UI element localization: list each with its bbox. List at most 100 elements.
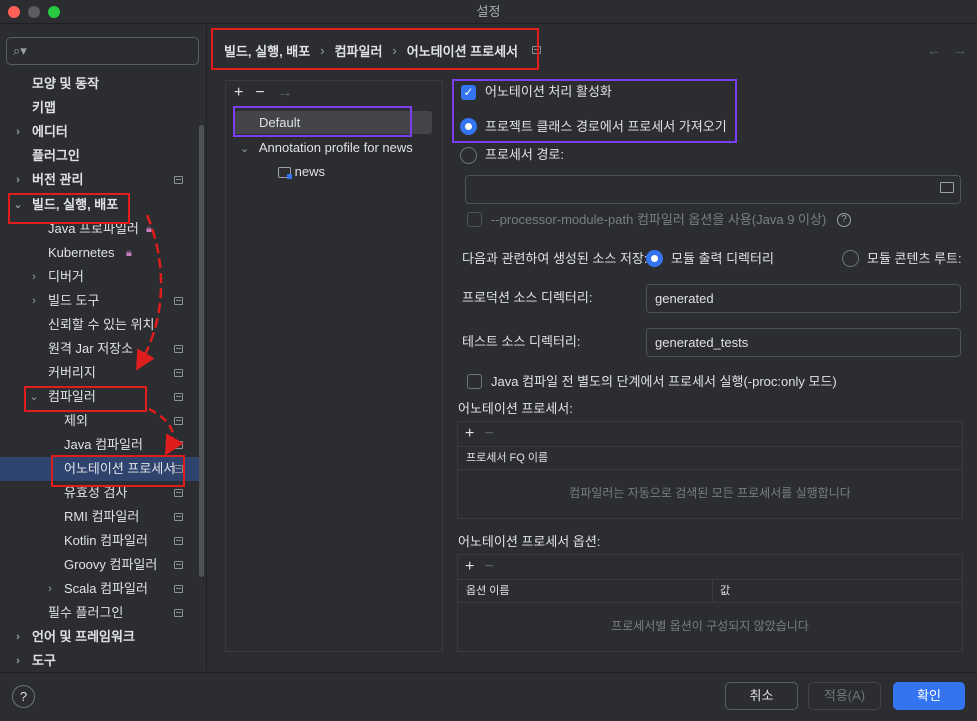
- chevron-down-icon[interactable]: ⌄: [12, 193, 24, 217]
- test-sources-input[interactable]: generated_tests: [646, 328, 961, 357]
- sidebar-item-trusted-locations[interactable]: 신뢰할 수 있는 위치: [0, 313, 200, 337]
- sidebar-item-label: 빌드, 실행, 배포: [32, 197, 119, 212]
- profile-default-label: Default: [259, 115, 301, 130]
- sidebar-item-excludes[interactable]: 제외: [0, 409, 200, 433]
- processor-path-field[interactable]: [465, 175, 961, 204]
- apply-button[interactable]: 적용(A): [808, 682, 881, 710]
- sidebar-item-remote-jar-repositories[interactable]: 원격 Jar 저장소: [0, 337, 200, 361]
- annotation-processors-title: 어노테이션 프로세서:: [458, 401, 573, 416]
- processor-fq-name-column-header[interactable]: 프로세서 FQ 이름: [466, 447, 548, 469]
- sidebar-item-scala-compiler[interactable]: › Scala 컴파일러: [0, 577, 200, 601]
- cancel-button[interactable]: 취소: [725, 682, 798, 710]
- sidebar-item-tools[interactable]: › 도구: [0, 649, 200, 673]
- sidebar-item-label: 에디터: [32, 124, 68, 139]
- remove-icon[interactable]: −: [484, 558, 493, 576]
- title-bar: 설정: [0, 0, 977, 24]
- sidebar-item-label: 도구: [32, 653, 56, 668]
- breadcrumb-item-compiler[interactable]: 컴파일러: [335, 41, 383, 60]
- add-icon[interactable]: +: [465, 558, 474, 576]
- option-value-column-header[interactable]: 값: [720, 580, 730, 602]
- sidebar-item-java-profiler[interactable]: Java 프로파일러 🔒︎: [0, 217, 200, 241]
- breadcrumb-item-build[interactable]: 빌드, 실행, 배포: [224, 41, 310, 60]
- sidebar-item-version-control[interactable]: › 버전 관리: [0, 168, 200, 192]
- run-separately-label: Java 컴파일 전 별도의 단계에서 프로세서 실행(-proc:only 모…: [491, 374, 837, 389]
- sidebar-item-validation[interactable]: 유효성 검사: [0, 481, 200, 505]
- chevron-right-icon[interactable]: ›: [28, 289, 40, 313]
- sidebar-item-editor[interactable]: › 에디터: [0, 120, 200, 144]
- profile-default[interactable]: Default: [234, 111, 432, 134]
- remove-icon[interactable]: −: [484, 425, 493, 443]
- project-settings-icon: [174, 465, 183, 473]
- sidebar-item-rmi-compiler[interactable]: RMI 컴파일러: [0, 505, 200, 529]
- processor-module-path-checkbox[interactable]: [467, 212, 482, 227]
- help-icon[interactable]: ?: [837, 213, 851, 227]
- chevron-down-icon[interactable]: ⌄: [28, 385, 40, 409]
- sidebar-item-groovy-compiler[interactable]: Groovy 컴파일러: [0, 553, 200, 577]
- project-settings-icon: [174, 417, 183, 425]
- chevron-right-icon[interactable]: ›: [12, 168, 24, 192]
- sidebar-item-compiler[interactable]: ⌄ 컴파일러: [0, 385, 200, 409]
- option-name-column-header[interactable]: 옵션 이름: [466, 580, 510, 602]
- sidebar-scrollbar[interactable]: [199, 125, 204, 577]
- sidebar-item-kubernetes[interactable]: Kubernetes 🔒︎: [0, 241, 200, 265]
- sidebar-item-label: 키맵: [32, 100, 56, 115]
- enable-annotation-processing-checkbox[interactable]: ✓: [461, 85, 476, 100]
- chevron-right-icon[interactable]: ›: [12, 120, 24, 144]
- sidebar-item-coverage[interactable]: 커버리지: [0, 361, 200, 385]
- project-settings-icon: [174, 609, 183, 617]
- help-button[interactable]: ?: [12, 685, 35, 708]
- project-settings-icon: [174, 345, 183, 353]
- search-input[interactable]: ⌕▾: [6, 37, 199, 65]
- chevron-down-icon[interactable]: ⌄: [240, 143, 249, 155]
- obtain-from-classpath-radio[interactable]: [460, 118, 477, 135]
- zoom-window-button[interactable]: [48, 6, 60, 18]
- project-settings-icon: [174, 537, 183, 545]
- back-arrow-icon[interactable]: ←: [927, 42, 941, 58]
- sidebar-item-label: 모양 및 동작: [32, 76, 100, 91]
- sidebar-item-label: 언어 및 프레임워크: [32, 629, 135, 644]
- chevron-right-icon[interactable]: ›: [44, 577, 56, 601]
- module-content-root-radio[interactable]: [842, 250, 859, 267]
- sidebar-item-kotlin-compiler[interactable]: Kotlin 컴파일러: [0, 529, 200, 553]
- sidebar-item-label: 유효성 검사: [64, 485, 128, 500]
- dialog-footer: ? 취소 적용(A) 확인: [0, 672, 977, 721]
- ok-button[interactable]: 확인: [893, 682, 965, 710]
- close-window-button[interactable]: [8, 6, 20, 18]
- annotation-processors-table: + − 프로세서 FQ 이름 컴파일러는 자동으로 검색된 모든 프로세서를 실…: [457, 421, 963, 519]
- sidebar-item-languages-frameworks[interactable]: › 언어 및 프레임워크: [0, 625, 200, 649]
- processor-path-radio[interactable]: [460, 147, 477, 164]
- sidebar-item-label: 제외: [64, 413, 88, 428]
- move-arrow-icon[interactable]: →: [277, 84, 293, 102]
- chevron-right-icon[interactable]: ›: [12, 625, 24, 649]
- sidebar-item-build-tools[interactable]: › 빌드 도구: [0, 289, 200, 313]
- forward-arrow-icon[interactable]: →: [953, 42, 967, 58]
- chevron-right-icon[interactable]: ›: [28, 265, 40, 289]
- sidebar-item-appearance[interactable]: 모양 및 동작: [0, 72, 200, 96]
- add-icon[interactable]: +: [465, 425, 474, 443]
- sidebar-item-build-execution-deployment[interactable]: ⌄ 빌드, 실행, 배포: [0, 193, 200, 217]
- chevron-right-icon: ›: [320, 42, 325, 58]
- sidebar-item-label: 플러그인: [32, 148, 80, 163]
- add-icon[interactable]: +: [234, 84, 243, 102]
- sidebar-item-java-compiler[interactable]: Java 컴파일러: [0, 433, 200, 457]
- project-settings-icon: [174, 513, 183, 521]
- production-sources-input[interactable]: generated: [646, 284, 961, 313]
- module-output-directory-radio[interactable]: [646, 250, 663, 267]
- sidebar-item-required-plugins[interactable]: 필수 플러그인: [0, 601, 200, 625]
- options-empty-text: 프로세서별 옵션이 구성되지 않았습니다: [611, 619, 809, 633]
- remove-icon[interactable]: −: [255, 84, 264, 102]
- sidebar-item-label: 디버거: [48, 269, 84, 284]
- module-news[interactable]: news: [278, 161, 325, 183]
- sidebar-item-annotation-processors[interactable]: 어노테이션 프로세서: [0, 457, 199, 481]
- sidebar-item-debugger[interactable]: › 디버거: [0, 265, 200, 289]
- profile-news[interactable]: ⌄ Annotation profile for news: [240, 137, 413, 160]
- sidebar-item-label: Java 프로파일러: [48, 221, 139, 236]
- minimize-window-button[interactable]: [28, 6, 40, 18]
- sidebar-item-keymap[interactable]: 키맵: [0, 96, 200, 120]
- sidebar-item-plugins[interactable]: 플러그인: [0, 144, 200, 168]
- folder-icon[interactable]: [940, 182, 954, 193]
- chevron-right-icon[interactable]: ›: [12, 649, 24, 673]
- production-sources-label: 프로덕션 소스 디렉터리:: [462, 290, 593, 305]
- project-settings-icon: [174, 369, 183, 377]
- run-separately-checkbox[interactable]: [467, 374, 482, 389]
